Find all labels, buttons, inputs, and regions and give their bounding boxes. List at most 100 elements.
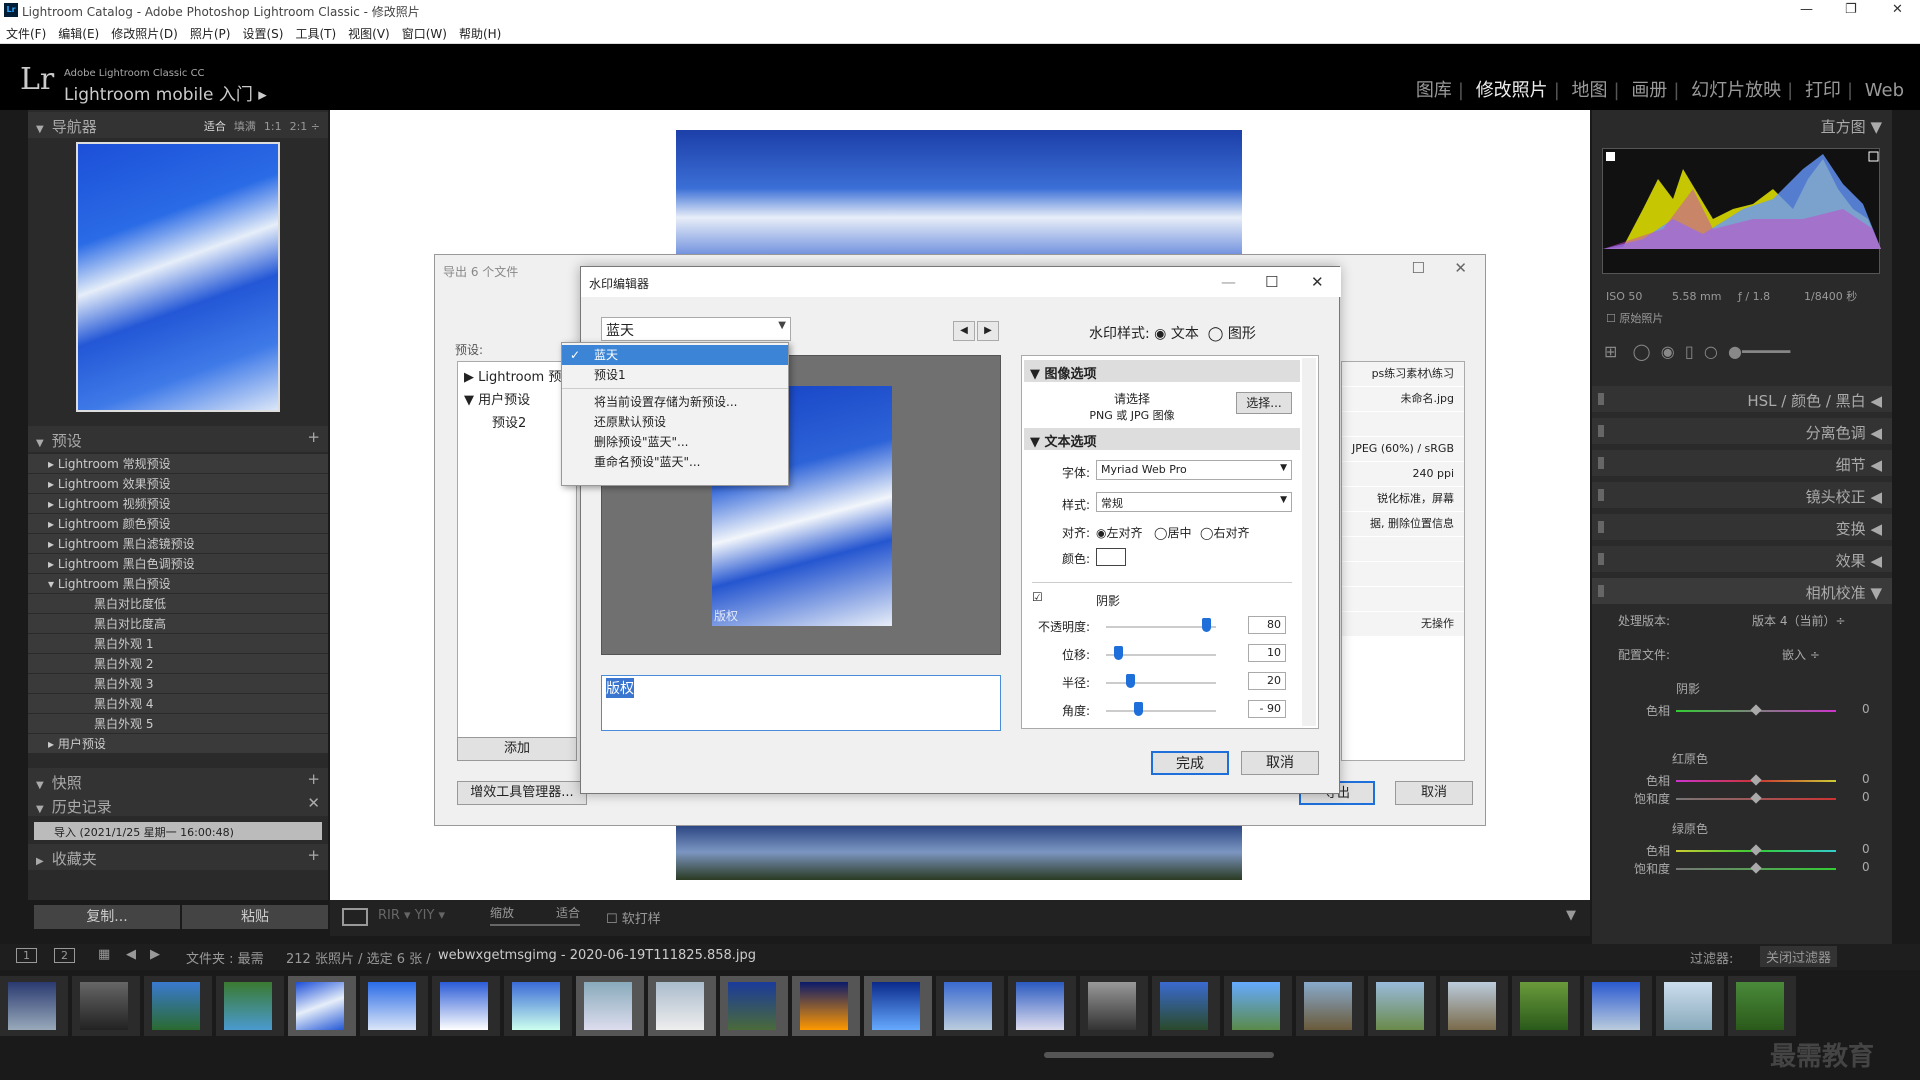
preset-item[interactable]: 黑白外观 1 (28, 634, 328, 654)
film-thumb-selected[interactable] (576, 976, 644, 1036)
film-thumb[interactable] (144, 976, 212, 1036)
original-photo-checkbox[interactable]: ☐ 原始照片 (1606, 310, 1876, 326)
prev-image-button[interactable]: ◀ (953, 321, 975, 341)
wm-close-icon[interactable]: ✕ (1311, 273, 1324, 291)
export-close-icon[interactable]: ✕ (1454, 259, 1467, 277)
crop-icon[interactable]: ⊞ (1604, 342, 1617, 361)
nav-1to1[interactable]: 1:1 (264, 120, 282, 133)
zoom-value[interactable]: 适合 (556, 904, 580, 921)
nav-fit[interactable]: 适合 (204, 120, 226, 133)
module-library[interactable]: 图库 (1416, 80, 1452, 101)
spot-removal-icon[interactable]: ◯ (1633, 342, 1651, 361)
film-thumb[interactable] (1440, 976, 1508, 1036)
preset-item[interactable]: 黑白外观 2 (28, 654, 328, 674)
preset-folder[interactable]: ▸ Lightroom 黑白色调预设 (28, 554, 328, 574)
presets-header[interactable]: ▼ 预设 + (28, 426, 328, 452)
module-slideshow[interactable]: 幻灯片放映 (1691, 80, 1781, 101)
preview-watermark-text[interactable]: 版权 (714, 607, 738, 624)
preset-item[interactable]: 黑白外观 4 (28, 694, 328, 714)
source-path[interactable]: 文件夹 : 最需 (186, 948, 264, 967)
align-center-radio[interactable]: ◯居中 (1154, 524, 1191, 541)
history-item[interactable]: 导入 (2021/1/25 星期一 16:00:48) (34, 822, 322, 840)
split-toning-section[interactable]: 分离色调 ◀ (1592, 418, 1892, 444)
add-collection-icon[interactable]: + (307, 846, 320, 864)
style-graphic-radio[interactable]: ◯ 图形 (1203, 326, 1256, 342)
preset-folder[interactable]: ▸ Lightroom 效果预设 (28, 474, 328, 494)
film-thumb[interactable] (1728, 976, 1796, 1036)
module-develop[interactable]: 修改照片 (1476, 80, 1548, 101)
back-arrow-icon[interactable]: ◀ (126, 947, 136, 962)
tree-preset2[interactable]: 预设2 (458, 408, 576, 435)
module-book[interactable]: 画册 (1631, 80, 1667, 101)
font-select[interactable]: Myriad Web Pro ▼ (1096, 460, 1292, 480)
toolbar-menu-icon[interactable]: ▼ (1566, 908, 1576, 923)
navigator-thumbnail[interactable] (76, 142, 280, 412)
lens-corrections-section[interactable]: 镜头校正 ◀ (1592, 482, 1892, 508)
preset-item[interactable]: 黑白外观 5 (28, 714, 328, 734)
module-print[interactable]: 打印 (1805, 80, 1841, 101)
preset-folder[interactable]: ▾ Lightroom 黑白预设 (28, 574, 328, 594)
loupe-view-icon[interactable] (342, 908, 368, 926)
mobile-link[interactable]: Lightroom mobile 入门 ▸ (64, 80, 267, 105)
before-after-icon[interactable]: RIR ▾ YIY ▾ (378, 908, 445, 923)
green-hue-slider[interactable] (1750, 844, 1762, 856)
image-options-header[interactable]: ▼ 图像选项 (1024, 360, 1300, 382)
transform-section[interactable]: 变换 ◀ (1592, 514, 1892, 540)
film-thumb[interactable] (1008, 976, 1076, 1036)
restore-icon[interactable]: ❐ (1845, 2, 1857, 17)
add-snapshot-icon[interactable]: + (307, 770, 320, 788)
module-web[interactable]: Web (1865, 80, 1904, 101)
film-thumb-selected[interactable] (864, 976, 932, 1036)
dropdown-item-preset1[interactable]: 预设1 (562, 365, 788, 385)
collections-header[interactable]: ▶ 收藏夹 + (28, 844, 328, 870)
film-thumb[interactable] (360, 976, 428, 1036)
current-filename[interactable]: webwxgetmsgimg - 2020-06-19T111825.858.j… (438, 948, 756, 963)
menu-settings[interactable]: 设置(S) (236, 22, 289, 45)
shadow-tint-slider[interactable] (1750, 704, 1762, 716)
menu-help[interactable]: 帮助(H) (453, 22, 507, 45)
add-preset-icon[interactable]: + (307, 428, 320, 446)
export-cancel-button[interactable]: 取消 (1395, 781, 1473, 805)
grid-icon[interactable]: ▦ (98, 947, 110, 962)
tree-user-presets[interactable]: ▼ 用户预设 (458, 389, 576, 408)
copy-button[interactable]: 复制... (34, 905, 180, 929)
film-thumb-selected[interactable] (288, 976, 356, 1036)
minimize-icon[interactable]: — (1800, 2, 1813, 17)
film-thumb[interactable] (936, 976, 1004, 1036)
red-saturation-slider[interactable] (1750, 792, 1762, 804)
watermark-cancel-button[interactable]: 取消 (1241, 751, 1319, 775)
tree-lightroom-presets[interactable]: ▶ Lightroom 预 (458, 362, 576, 389)
calibration-section[interactable]: 相机校准 ▼ (1592, 578, 1892, 604)
font-style-select[interactable]: 常规 ▼ (1096, 492, 1292, 512)
film-thumb[interactable] (1296, 976, 1364, 1036)
film-thumb[interactable] (1368, 976, 1436, 1036)
red-hue-slider[interactable] (1750, 774, 1762, 786)
navigator-header[interactable]: ▼ 导航器 适合 填满 1:1 2:1 ÷ (28, 112, 328, 138)
preset-item[interactable]: 黑白对比度高 (28, 614, 328, 634)
preset-folder[interactable]: ▸ Lightroom 视频预设 (28, 494, 328, 514)
offset-field[interactable]: 10 (1248, 644, 1286, 662)
main-window-button[interactable]: 1 (16, 948, 37, 963)
film-thumb[interactable] (1080, 976, 1148, 1036)
nav-fill[interactable]: 填满 (234, 120, 256, 133)
history-header[interactable]: ▼ 历史记录 ✕ (28, 792, 328, 816)
style-text-radio[interactable]: ◉ 文本 (1154, 326, 1199, 342)
preset-folder[interactable]: ▸ Lightroom 黑白滤镜预设 (28, 534, 328, 554)
plugin-manager-button[interactable]: 增效工具管理器... (457, 781, 587, 805)
clear-history-icon[interactable]: ✕ (307, 794, 320, 812)
watermark-preset-select[interactable]: 蓝天 ▼ (601, 317, 791, 341)
radius-slider[interactable] (1126, 674, 1135, 688)
softproof-checkbox[interactable]: ☐ 软打样 (606, 908, 661, 927)
film-thumb[interactable] (72, 976, 140, 1036)
align-right-radio[interactable]: ◯右对齐 (1200, 524, 1249, 541)
choose-image-button[interactable]: 选择... (1236, 392, 1292, 414)
snapshots-header[interactable]: ▼ 快照 + (28, 768, 328, 794)
detail-section[interactable]: 细节 ◀ (1592, 450, 1892, 476)
film-thumb[interactable] (0, 976, 68, 1036)
watermark-text-input[interactable]: 版权 (601, 675, 1001, 731)
save-new-preset-item[interactable]: 将当前设置存储为新预设... (562, 392, 788, 412)
module-map[interactable]: 地图 (1572, 80, 1608, 101)
film-thumb[interactable] (432, 976, 500, 1036)
secondary-window-button[interactable]: 2 (54, 948, 75, 963)
film-thumb[interactable] (1152, 976, 1220, 1036)
